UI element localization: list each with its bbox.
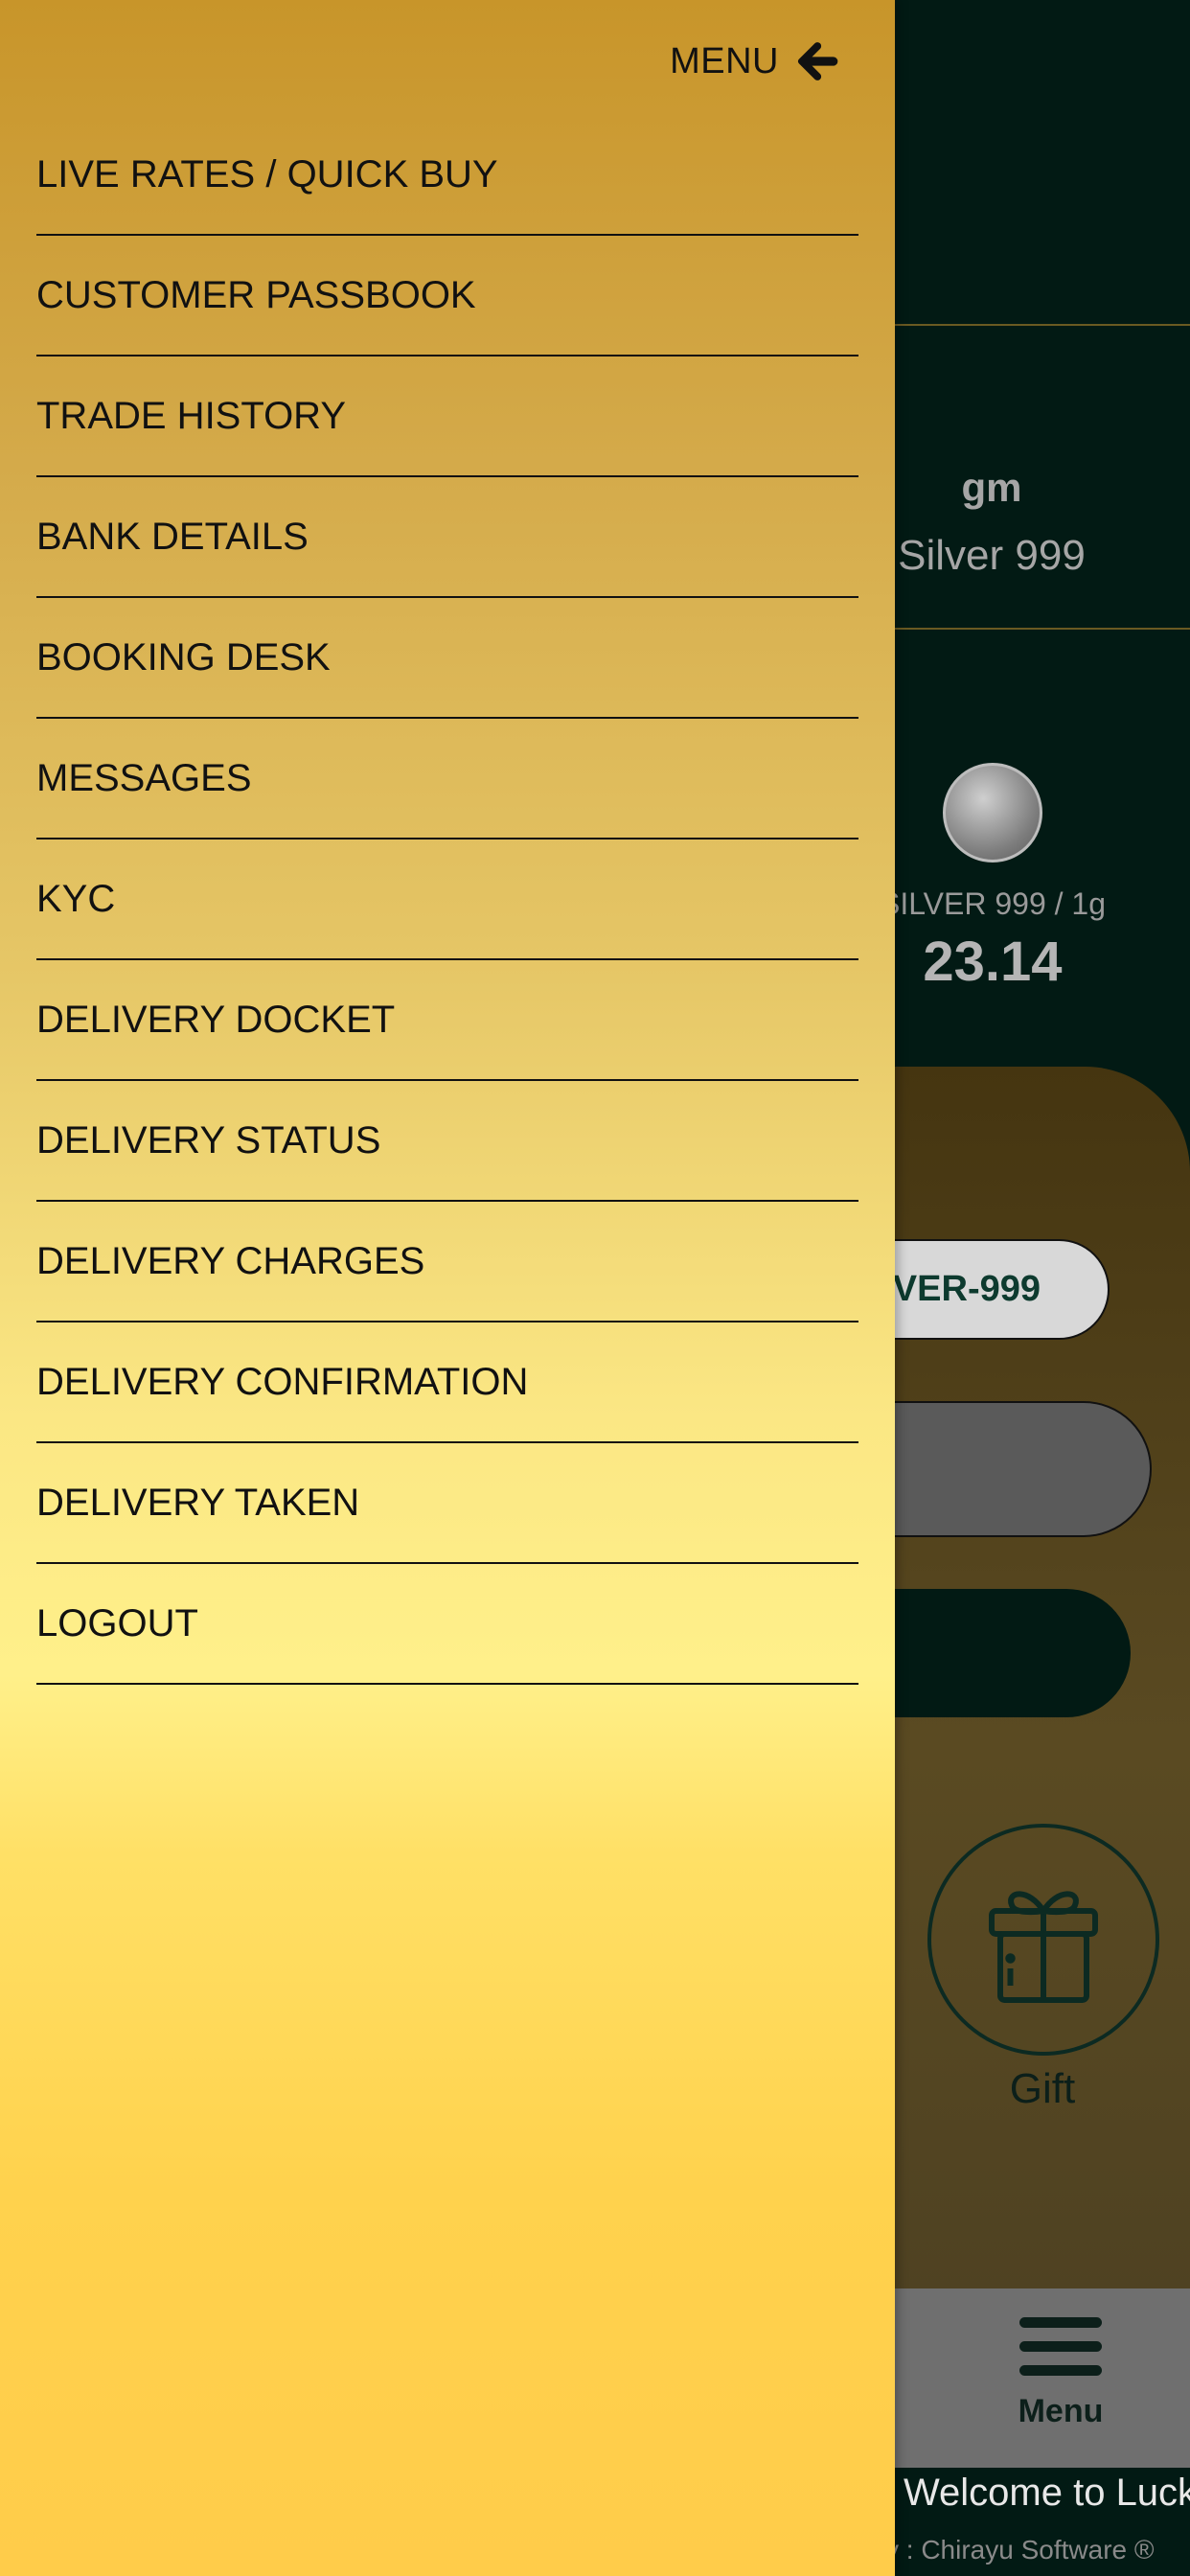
menu-item-delivery-docket[interactable]: DELIVERY DOCKET bbox=[36, 960, 858, 1081]
menu-item-customer-passbook[interactable]: CUSTOMER PASSBOOK bbox=[36, 236, 858, 356]
drawer-close-button[interactable]: MENU bbox=[670, 34, 842, 88]
drawer-header-label: MENU bbox=[670, 40, 779, 81]
gift-label: Gift bbox=[1009, 2065, 1076, 2112]
menu-item-bank-details[interactable]: BANK DETAILS bbox=[36, 477, 858, 598]
menu-item-kyc[interactable]: KYC bbox=[36, 840, 858, 960]
drawer-menu: LIVE RATES / QUICK BUY CUSTOMER PASSBOOK… bbox=[36, 115, 858, 1685]
gift-button[interactable] bbox=[927, 1824, 1159, 2056]
menu-item-delivery-charges[interactable]: DELIVERY CHARGES bbox=[36, 1202, 858, 1322]
menu-item-delivery-taken[interactable]: DELIVERY TAKEN bbox=[36, 1443, 858, 1564]
hamburger-menu-icon[interactable] bbox=[1019, 2317, 1102, 2377]
gift-icon bbox=[989, 1891, 1098, 2003]
back-arrow-icon bbox=[797, 42, 838, 80]
menu-item-logout[interactable]: LOGOUT bbox=[36, 1564, 858, 1685]
menu-nav-label[interactable]: Menu bbox=[996, 2393, 1125, 2430]
menu-item-delivery-status[interactable]: DELIVERY STATUS bbox=[36, 1081, 858, 1202]
menu-item-delivery-confirmation[interactable]: DELIVERY CONFIRMATION bbox=[36, 1322, 858, 1443]
menu-item-messages[interactable]: MESSAGES bbox=[36, 719, 858, 840]
balance-metal: Silver 999 bbox=[898, 532, 1086, 579]
navigation-drawer: MENU LIVE RATES / QUICK BUY CUSTOMER PAS… bbox=[0, 0, 895, 2576]
menu-item-live-rates[interactable]: LIVE RATES / QUICK BUY bbox=[36, 115, 858, 236]
marquee-text: Welcome to Lucky bbox=[904, 2472, 1190, 2514]
silver-coin-icon bbox=[943, 763, 1042, 862]
balance-unit: gm bbox=[961, 465, 1022, 510]
rate-value: 23.14 bbox=[923, 931, 1063, 993]
rate-label: SILVER 999 / 1g bbox=[880, 886, 1106, 921]
menu-item-booking-desk[interactable]: BOOKING DESK bbox=[36, 598, 858, 719]
menu-item-trade-history[interactable]: TRADE HISTORY bbox=[36, 356, 858, 477]
footer-text: y : Chirayu Software ® bbox=[885, 2535, 1155, 2564]
